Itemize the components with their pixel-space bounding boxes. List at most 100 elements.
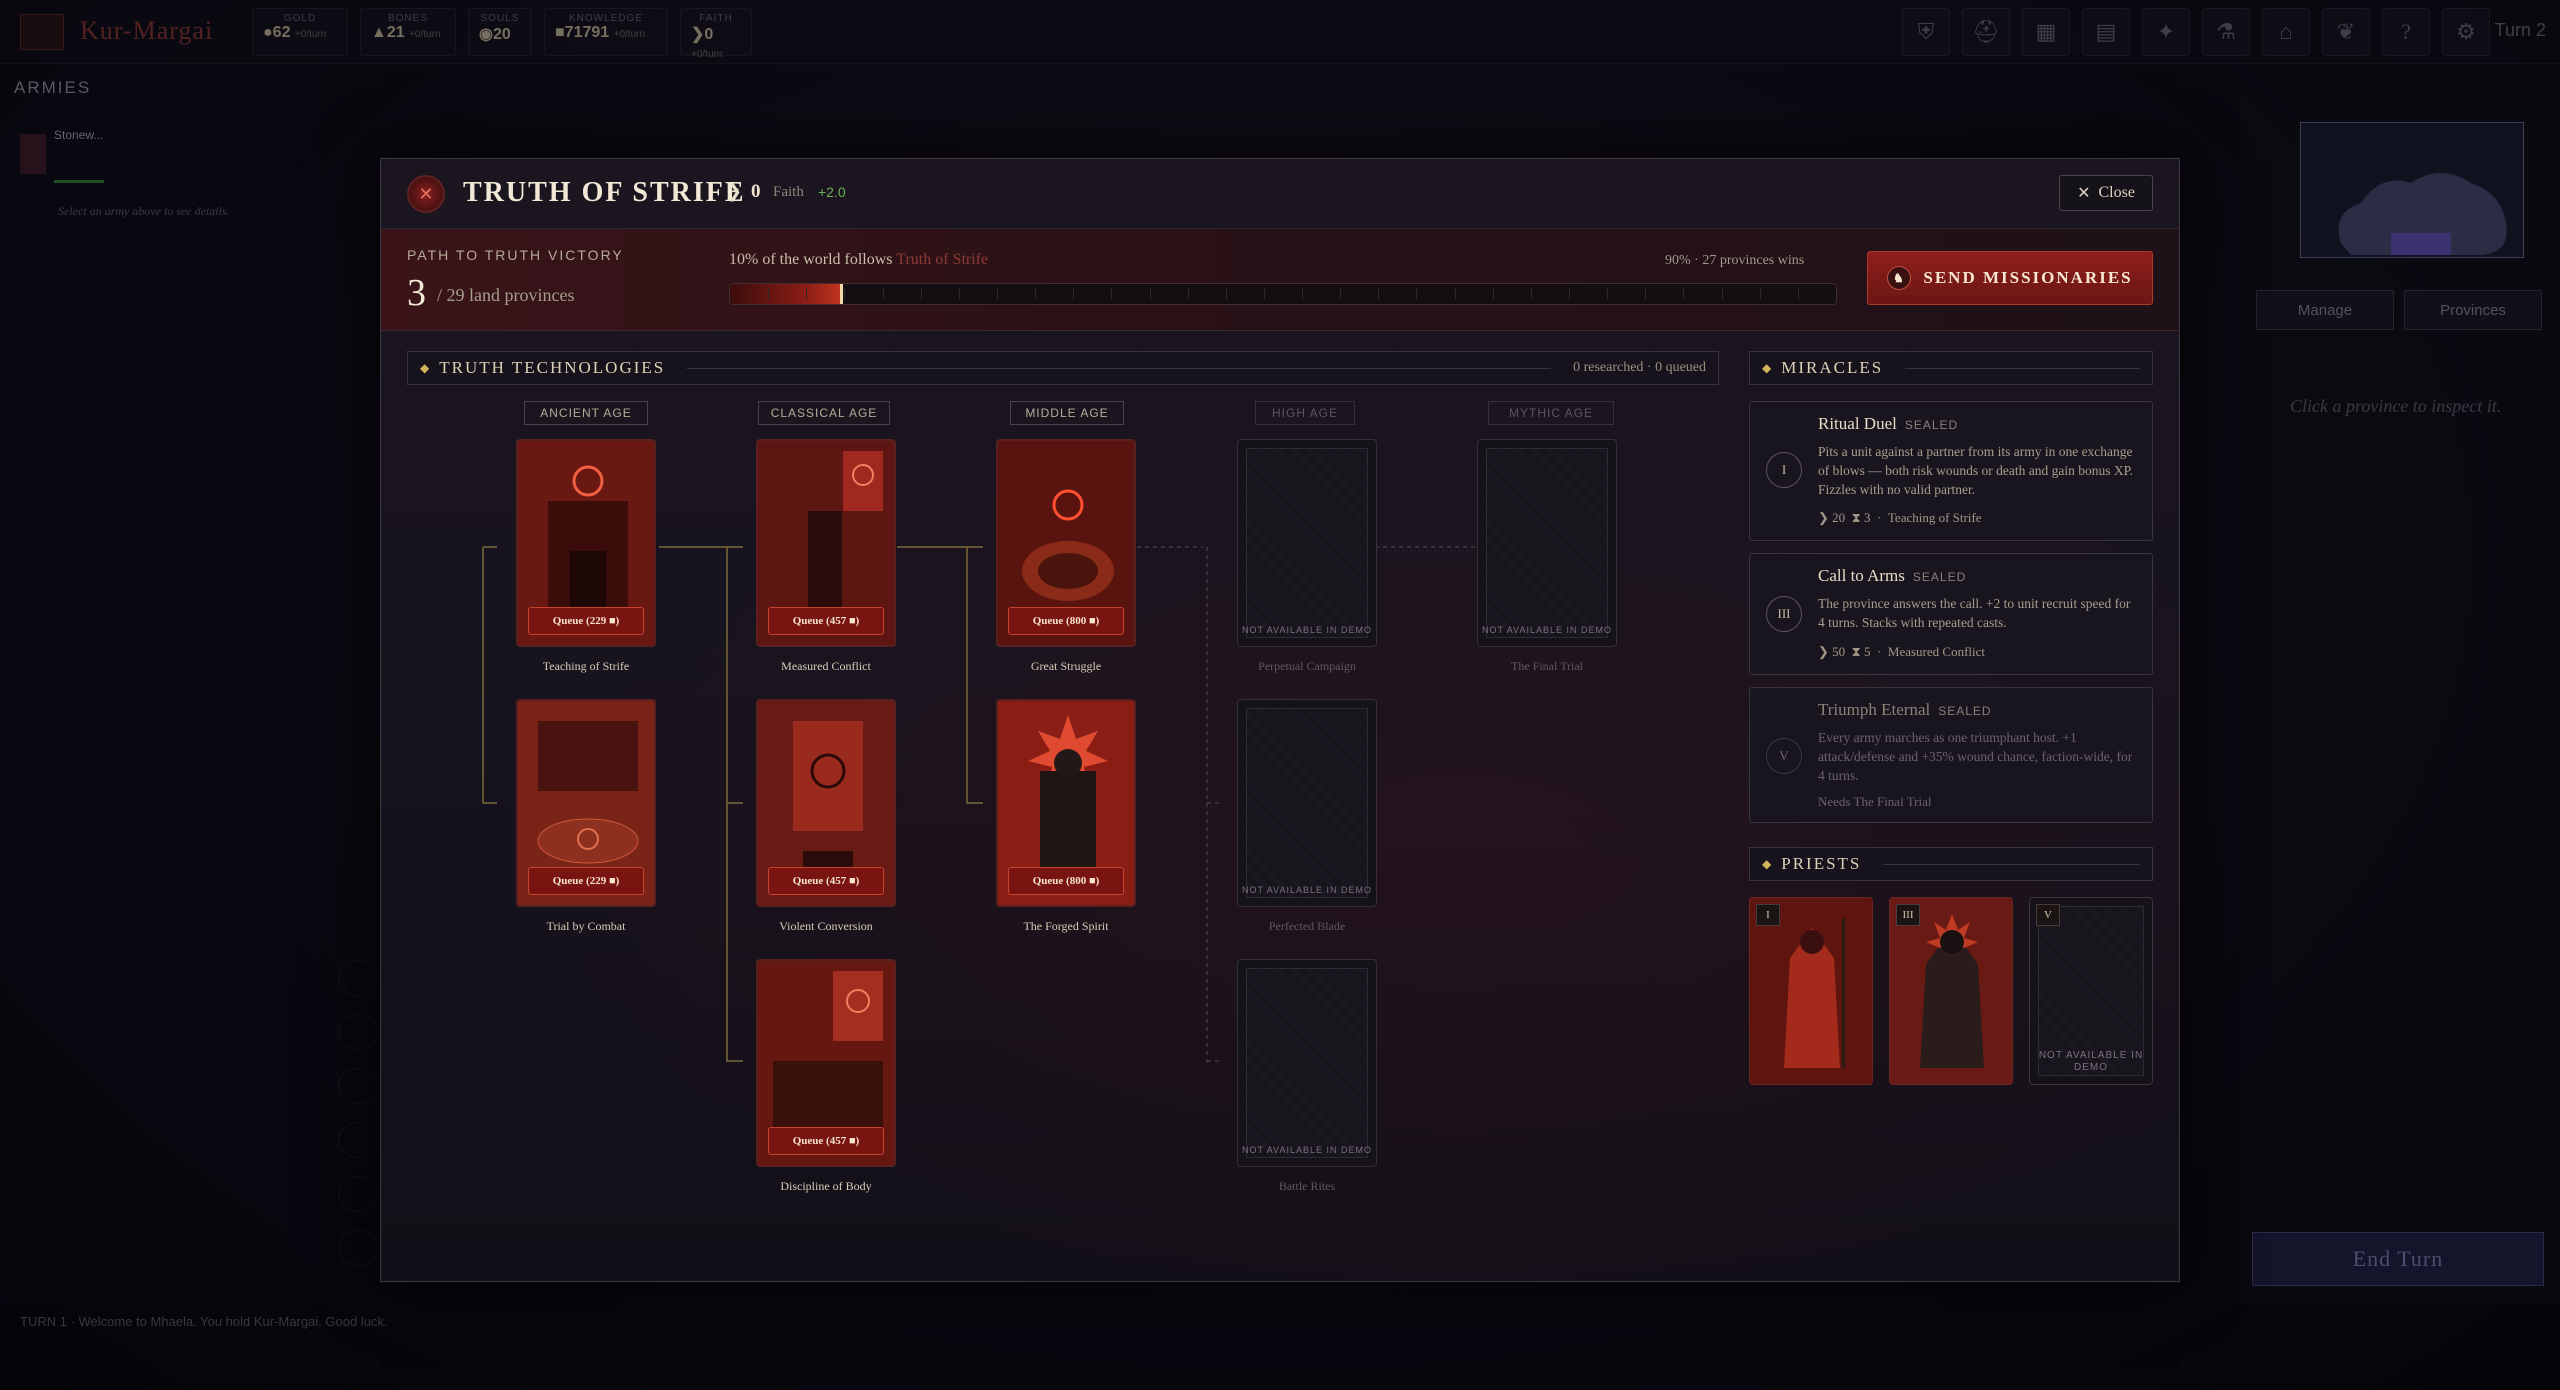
tech-card-great-struggle[interactable]: Queue (800 ■) xyxy=(996,439,1136,647)
queue-button[interactable]: Queue (457 ■) xyxy=(768,1127,884,1155)
faith-icon: ❯ xyxy=(1818,644,1833,659)
queue-button[interactable]: Queue (800 ■) xyxy=(1008,607,1124,635)
army-icon[interactable]: ⛨ xyxy=(1902,8,1950,56)
tech-name: Trial by Combat xyxy=(546,919,626,933)
queue-button[interactable]: Queue (457 ■) xyxy=(768,867,884,895)
resource-rate: +0/turn xyxy=(409,29,441,40)
faith-icon: ❯ xyxy=(691,26,705,43)
tech-name: Battle Rites xyxy=(1278,1179,1336,1193)
resource-bones[interactable]: BONES ▲21 +0/turn xyxy=(360,8,456,56)
locked-label: NOT AVAILABLE IN DEMO xyxy=(1481,625,1613,635)
miracle-cost: ❯ 50 ⧗ 5 · Measured Conflict xyxy=(1818,644,1986,659)
resource-value: 71791 xyxy=(564,24,610,41)
tech-card-violent-conversion[interactable]: Queue (457 ■) xyxy=(756,699,896,907)
settings-gear-icon[interactable]: ⚙ xyxy=(2442,8,2490,56)
priest-tier-1[interactable]: I xyxy=(1749,897,1873,1085)
resource-value: 62 xyxy=(272,24,291,41)
miracles-section-header: ◆ MIRACLES xyxy=(1749,351,2153,385)
tool-help-icon[interactable] xyxy=(338,1230,378,1266)
minimap[interactable] xyxy=(2300,122,2524,258)
resource-label: GOLD xyxy=(283,13,317,24)
miracle-title-line: Call to Arms SEALED xyxy=(1818,566,1966,586)
tool-build-icon[interactable] xyxy=(338,1122,378,1158)
resource-label: KNOWLEDGE xyxy=(568,13,643,24)
army-hint: Select an army above to see details. xyxy=(58,204,230,218)
diamond-icon: ◆ xyxy=(1762,360,1772,375)
queue-button[interactable]: Queue (229 ■) xyxy=(528,607,644,635)
book-icon[interactable]: ▤ xyxy=(2082,8,2130,56)
tech-name: Perpetual Campaign xyxy=(1258,659,1356,673)
armies-title: ARMIES xyxy=(14,78,92,97)
tech-card-trial-by-combat[interactable]: Queue (229 ■) xyxy=(516,699,656,907)
minimap-landmass xyxy=(2338,173,2507,255)
priest-tier: I xyxy=(1756,904,1780,926)
resource-rate: +0/turn xyxy=(613,29,646,40)
resource-value: 20 xyxy=(492,26,511,43)
locked-label: NOT AVAILABLE IN DEMO xyxy=(2038,1050,2144,1073)
locked-placeholder xyxy=(1246,708,1368,898)
faith-icon: ❯ xyxy=(1818,510,1833,525)
temple-icon[interactable]: ⌂ xyxy=(2262,8,2310,56)
tool-move-icon[interactable] xyxy=(338,1014,378,1050)
turn-counter: Turn 2 xyxy=(2494,20,2546,40)
tech-name: Discipline of Body xyxy=(780,1179,872,1193)
miracle-sealed: SEALED xyxy=(1938,704,1992,718)
tool-attack-icon[interactable] xyxy=(338,1068,378,1104)
province-hint: Click a province to inspect it. xyxy=(2290,396,2502,416)
queue-button[interactable]: Queue (457 ■) xyxy=(768,607,884,635)
tech-card-perpetual-campaign: NOT AVAILABLE IN DEMO xyxy=(1237,439,1377,647)
resource-souls[interactable]: SOULS ◉20 xyxy=(468,8,532,56)
resource-label: SOULS xyxy=(480,13,520,24)
miracle-tier: I xyxy=(1766,452,1802,488)
resource-rate: +0/turn xyxy=(691,49,723,60)
tool-route-icon[interactable] xyxy=(338,1176,378,1212)
miracle-sealed: SEALED xyxy=(1904,418,1959,432)
miracle-ritual-duel[interactable]: I Ritual Duel SEALED Pits a unit against … xyxy=(1749,401,2153,541)
hourglass-icon: ⧗ xyxy=(1851,510,1865,525)
research-icon[interactable]: ⚗ xyxy=(2202,8,2250,56)
laurel-icon[interactable]: ❦ xyxy=(2322,8,2370,56)
resource-value: 0 xyxy=(704,26,714,43)
miracle-tier: III xyxy=(1766,596,1802,632)
resource-label: FAITH xyxy=(699,13,733,24)
compass-icon[interactable]: ✦ xyxy=(2142,8,2190,56)
miracle-requirement: Needs The Final Trial xyxy=(1818,794,1932,809)
faction-name: Kur-Margai xyxy=(80,16,214,45)
locked-placeholder xyxy=(1246,968,1368,1158)
tech-card-measured-conflict[interactable]: Queue (457 ■) xyxy=(756,439,896,647)
priest-tier-5: V NOT AVAILABLE IN DEMO xyxy=(2029,897,2153,1085)
tech-card-the-forged-spirit[interactable]: Queue (800 ■) xyxy=(996,699,1136,907)
locked-label: NOT AVAILABLE IN DEMO xyxy=(1241,885,1373,895)
queue-button[interactable]: Queue (800 ■) xyxy=(1008,867,1124,895)
priest-tier-3[interactable]: III xyxy=(1889,897,2013,1085)
tech-card-teaching-of-strife[interactable]: Queue (229 ■) xyxy=(516,439,656,647)
faction-logo-icon xyxy=(20,14,64,50)
map-icon[interactable]: ▦ xyxy=(2022,8,2070,56)
diamond-icon: ◆ xyxy=(1762,856,1772,871)
hourglass-icon: ⧗ xyxy=(1851,644,1865,659)
miracle-call-to-arms[interactable]: III Call to Arms SEALED The province answ… xyxy=(1749,553,2153,675)
tab-manage[interactable]: Manage xyxy=(2256,290,2394,330)
resource-gold[interactable]: GOLD ●62 +0/turn xyxy=(252,8,348,56)
tech-card-perfected-blade: NOT AVAILABLE IN DEMO xyxy=(1237,699,1377,907)
tech-card-discipline-of-body[interactable]: Queue (457 ■) xyxy=(756,959,896,1167)
tool-select-icon[interactable] xyxy=(338,960,378,996)
queue-button[interactable]: Queue (229 ■) xyxy=(528,867,644,895)
resource-rate: +0/turn xyxy=(294,29,327,40)
resource-faith[interactable]: FAITH ❯0 +0/turn xyxy=(680,8,752,60)
help-icon[interactable]: ? xyxy=(2382,8,2430,56)
miracle-desc: Pits a unit against a partner from its a… xyxy=(1818,444,2133,497)
miracle-triumph-eternal[interactable]: V Triumph Eternal SEALED Every army march… xyxy=(1749,687,2153,823)
helmet-icon[interactable]: ⛑ xyxy=(1962,8,2010,56)
miracle-turns: 5 xyxy=(1864,644,1871,659)
divider xyxy=(1905,367,2140,369)
end-turn-button[interactable]: End Turn xyxy=(2252,1232,2544,1286)
miracle-turns: 3 xyxy=(1864,510,1871,525)
army-name: Stonew... xyxy=(54,128,104,142)
miracle-faith-cost: 50 xyxy=(1832,644,1846,659)
resource-label: BONES xyxy=(387,13,428,24)
resource-knowledge[interactable]: KNOWLEDGE ■71791 +0/turn xyxy=(544,8,668,56)
miracle-cost: ❯ 20 ⧗ 3 · Teaching of Strife xyxy=(1818,510,1982,525)
miracle-requirement: Measured Conflict xyxy=(1887,644,1986,659)
tab-provinces[interactable]: Provinces xyxy=(2404,290,2542,330)
